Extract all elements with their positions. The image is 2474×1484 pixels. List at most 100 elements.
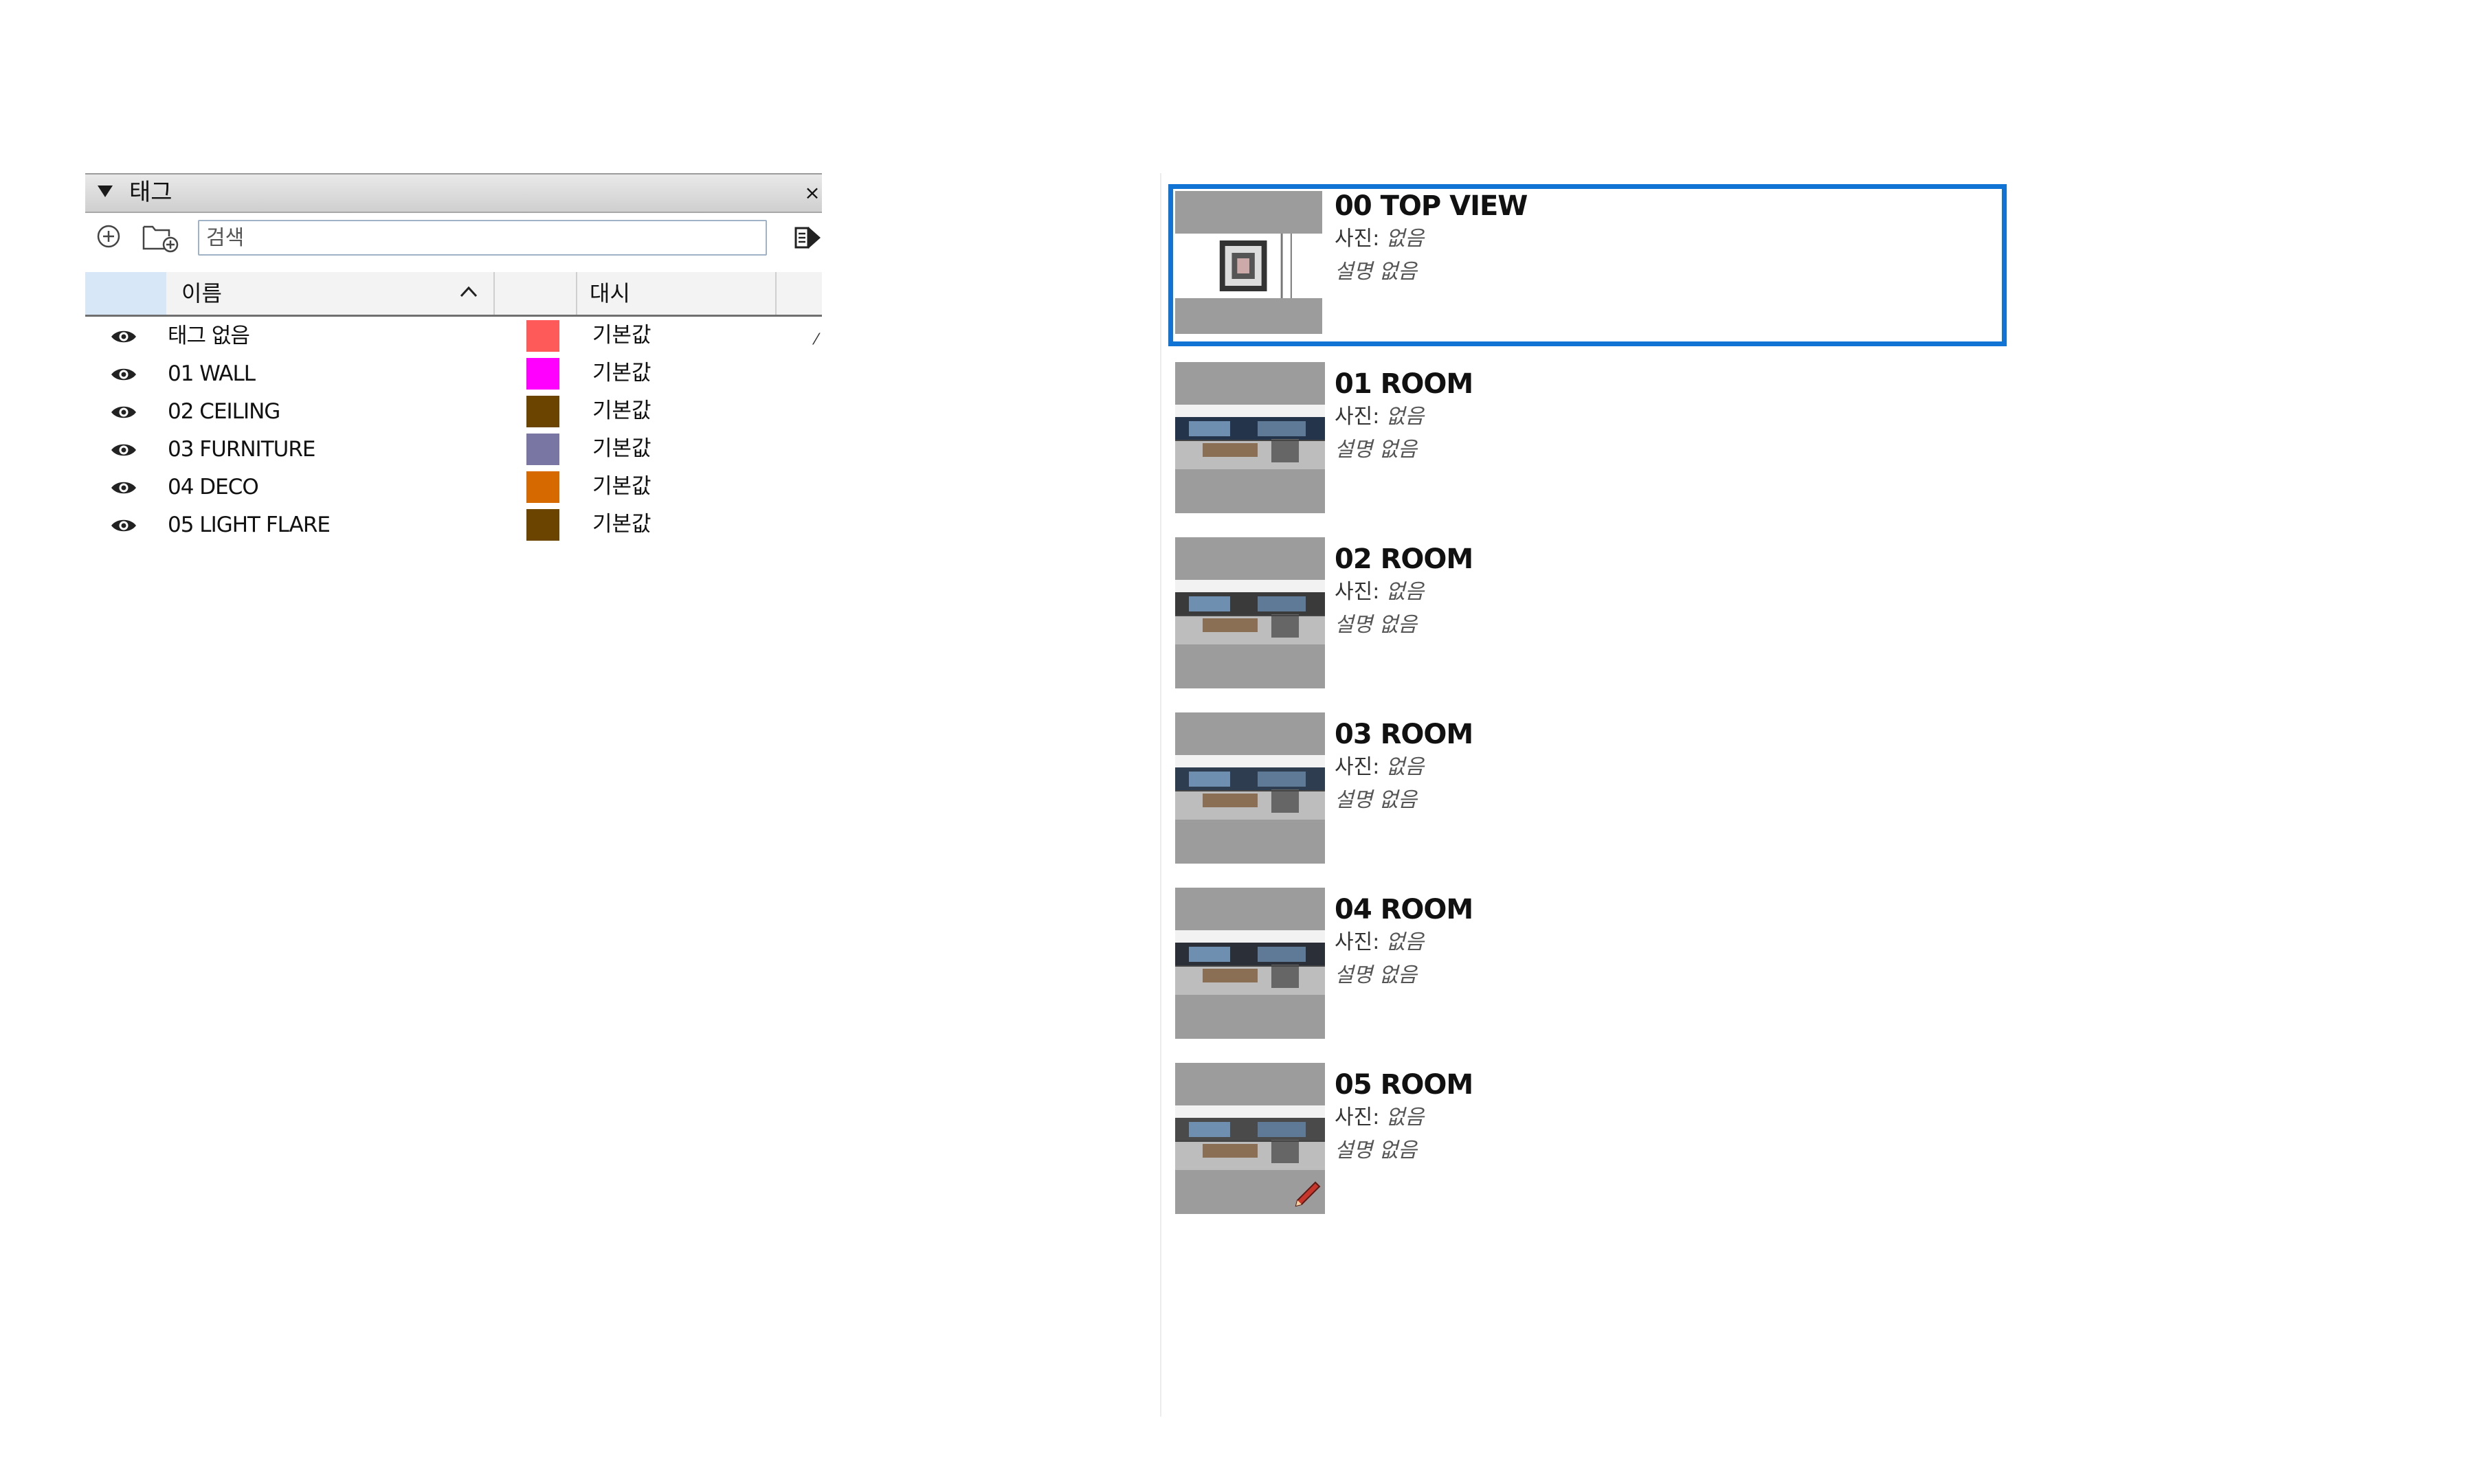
tag-row[interactable]: 01 WALL 기본값 xyxy=(85,355,822,393)
scene-title[interactable]: 00 TOP VIEW xyxy=(1335,191,1528,221)
scene-thumbnail-image xyxy=(1175,930,1325,995)
plus-circle-icon xyxy=(97,225,120,248)
tag-name[interactable]: 02 CEILING xyxy=(168,398,280,425)
tag-dash-value[interactable]: 기본값 xyxy=(592,398,651,424)
visibility-eye-icon[interactable] xyxy=(110,442,137,458)
details-menu-button[interactable] xyxy=(794,223,822,253)
scene-photo-label: 사진: xyxy=(1335,755,1386,779)
scene-item[interactable]: 00 TOP VIEW 사진: 없음설명 없음 xyxy=(1168,184,2007,346)
scene-item[interactable]: 05 ROOM 사진: 없음설명 없음 xyxy=(1168,1063,2007,1219)
tag-row[interactable]: 태그 없음 기본값 xyxy=(85,317,822,355)
scene-photo-info: 사진: 없음 xyxy=(1335,930,1424,955)
scene-photo-value: 없음 xyxy=(1385,1105,1425,1129)
tag-dash-value[interactable]: 기본값 xyxy=(592,473,651,499)
tag-name[interactable]: 태그 없음 xyxy=(168,323,250,349)
scene-thumbnail-image xyxy=(1175,234,1322,298)
name-column-header[interactable]: 이름 xyxy=(166,272,495,315)
scene-description: 설명 없음 xyxy=(1335,788,1417,812)
scene-photo-value: 없음 xyxy=(1385,930,1425,954)
visibility-eye-icon[interactable] xyxy=(110,366,137,383)
scene-photo-value: 없음 xyxy=(1385,755,1425,779)
scene-title[interactable]: 03 ROOM xyxy=(1335,719,1473,750)
tag-row[interactable]: 02 CEILING 기본값 xyxy=(85,393,822,431)
close-button[interactable]: × xyxy=(803,180,822,206)
folder-plus-icon xyxy=(142,225,179,253)
tag-dash-value[interactable]: 기본값 xyxy=(592,322,651,348)
scene-thumbnail[interactable] xyxy=(1175,362,1325,513)
tag-color-swatch[interactable] xyxy=(526,358,559,390)
scene-thumbnail[interactable] xyxy=(1175,1063,1325,1214)
scene-item[interactable]: 01 ROOM 사진: 없음설명 없음 xyxy=(1168,362,2007,519)
pencil-icon[interactable] xyxy=(1292,1180,1322,1210)
tags-toolbar xyxy=(85,212,822,264)
tag-color-swatch[interactable] xyxy=(526,434,559,465)
tag-dash-value[interactable]: 기본값 xyxy=(592,511,651,537)
add-tag-button[interactable] xyxy=(96,224,121,249)
name-column-label: 이름 xyxy=(181,280,222,306)
scene-item[interactable]: 03 ROOM 사진: 없음설명 없음 xyxy=(1168,712,2007,869)
scene-title[interactable]: 02 ROOM xyxy=(1335,544,1473,574)
tag-row[interactable]: 03 FURNITURE 기본값 xyxy=(85,431,822,469)
tag-dash-value[interactable]: 기본값 xyxy=(592,360,651,386)
visibility-eye-icon[interactable] xyxy=(110,480,137,496)
tag-name[interactable]: 04 DECO xyxy=(168,474,259,500)
collapse-triangle-icon[interactable] xyxy=(98,186,113,197)
scene-photo-info: 사진: 없음 xyxy=(1335,227,1424,251)
sort-ascending-icon xyxy=(460,286,478,297)
scene-photo-label: 사진: xyxy=(1335,227,1386,251)
tags-panel-title: 태그 xyxy=(129,179,172,206)
scene-thumbnail[interactable] xyxy=(1175,191,1322,334)
scene-title[interactable]: 05 ROOM xyxy=(1335,1070,1473,1100)
scene-description: 설명 없음 xyxy=(1335,1138,1417,1162)
scene-title[interactable]: 04 ROOM xyxy=(1335,895,1473,925)
scene-photo-value: 없음 xyxy=(1385,227,1425,251)
visibility-eye-icon[interactable] xyxy=(110,328,137,345)
scene-description: 설명 없음 xyxy=(1335,613,1417,637)
scene-thumbnail-image xyxy=(1175,580,1325,644)
scene-photo-label: 사진: xyxy=(1335,1105,1386,1129)
tag-name[interactable]: 01 WALL xyxy=(168,361,256,387)
visibility-eye-icon[interactable] xyxy=(110,404,137,420)
dash-column-header[interactable]: 대시 xyxy=(577,272,777,315)
tag-search-input[interactable] xyxy=(198,220,767,256)
color-column-header[interactable] xyxy=(495,272,577,315)
scene-item[interactable]: 02 ROOM 사진: 없음설명 없음 xyxy=(1168,537,2007,694)
tags-panel: 태그 × 검색 이름 대시 ⁄ 태그 없음 기본값 01 WALL 기본값 02… xyxy=(85,173,822,558)
tag-row[interactable]: 04 DECO 기본값 xyxy=(85,469,822,506)
scene-description: 설명 없음 xyxy=(1335,963,1417,987)
tags-column-header: 이름 대시 xyxy=(85,272,822,317)
tags-panel-header[interactable]: 태그 × xyxy=(85,173,822,213)
tag-color-swatch[interactable] xyxy=(526,320,559,352)
scene-thumbnail[interactable] xyxy=(1175,712,1325,864)
scene-thumbnail-image xyxy=(1175,405,1325,469)
scene-photo-info: 사진: 없음 xyxy=(1335,405,1424,429)
scene-item[interactable]: 04 ROOM 사진: 없음설명 없음 xyxy=(1168,888,2007,1044)
scene-photo-value: 없음 xyxy=(1385,580,1425,604)
tag-name[interactable]: 05 LIGHT FLARE xyxy=(168,512,331,538)
scene-thumbnail[interactable] xyxy=(1175,888,1325,1039)
scene-photo-value: 없음 xyxy=(1385,405,1425,429)
panel-divider xyxy=(1160,173,1161,1417)
tag-name[interactable]: 03 FURNITURE xyxy=(168,436,315,462)
visibility-eye-icon[interactable] xyxy=(110,517,137,534)
scene-thumbnail[interactable] xyxy=(1175,537,1325,688)
scene-photo-label: 사진: xyxy=(1335,580,1386,604)
tag-color-swatch[interactable] xyxy=(526,471,559,503)
scene-photo-label: 사진: xyxy=(1335,930,1386,954)
scene-photo-info: 사진: 없음 xyxy=(1335,1105,1424,1130)
visibility-column-header[interactable] xyxy=(85,272,166,315)
scene-photo-info: 사진: 없음 xyxy=(1335,755,1424,780)
dash-column-label: 대시 xyxy=(590,280,630,306)
tag-row[interactable]: 05 LIGHT FLARE 기본값 xyxy=(85,506,822,544)
add-tag-folder-button[interactable] xyxy=(142,221,181,253)
tag-dash-value[interactable]: 기본값 xyxy=(592,436,651,462)
tag-color-swatch[interactable] xyxy=(526,509,559,541)
scene-title[interactable]: 01 ROOM xyxy=(1335,369,1473,399)
scene-thumbnail-image xyxy=(1175,1105,1325,1170)
scenes-list: 00 TOP VIEW 사진: 없음 설명 없음 01 ROOM 사진: 없음 설명 없음… xyxy=(1168,184,2007,1219)
scene-description: 설명 없음 xyxy=(1335,260,1417,284)
tag-color-swatch[interactable] xyxy=(526,396,559,427)
scene-thumbnail-image xyxy=(1175,755,1325,820)
details-arrow-icon xyxy=(794,227,821,249)
scene-description: 설명 없음 xyxy=(1335,438,1417,462)
